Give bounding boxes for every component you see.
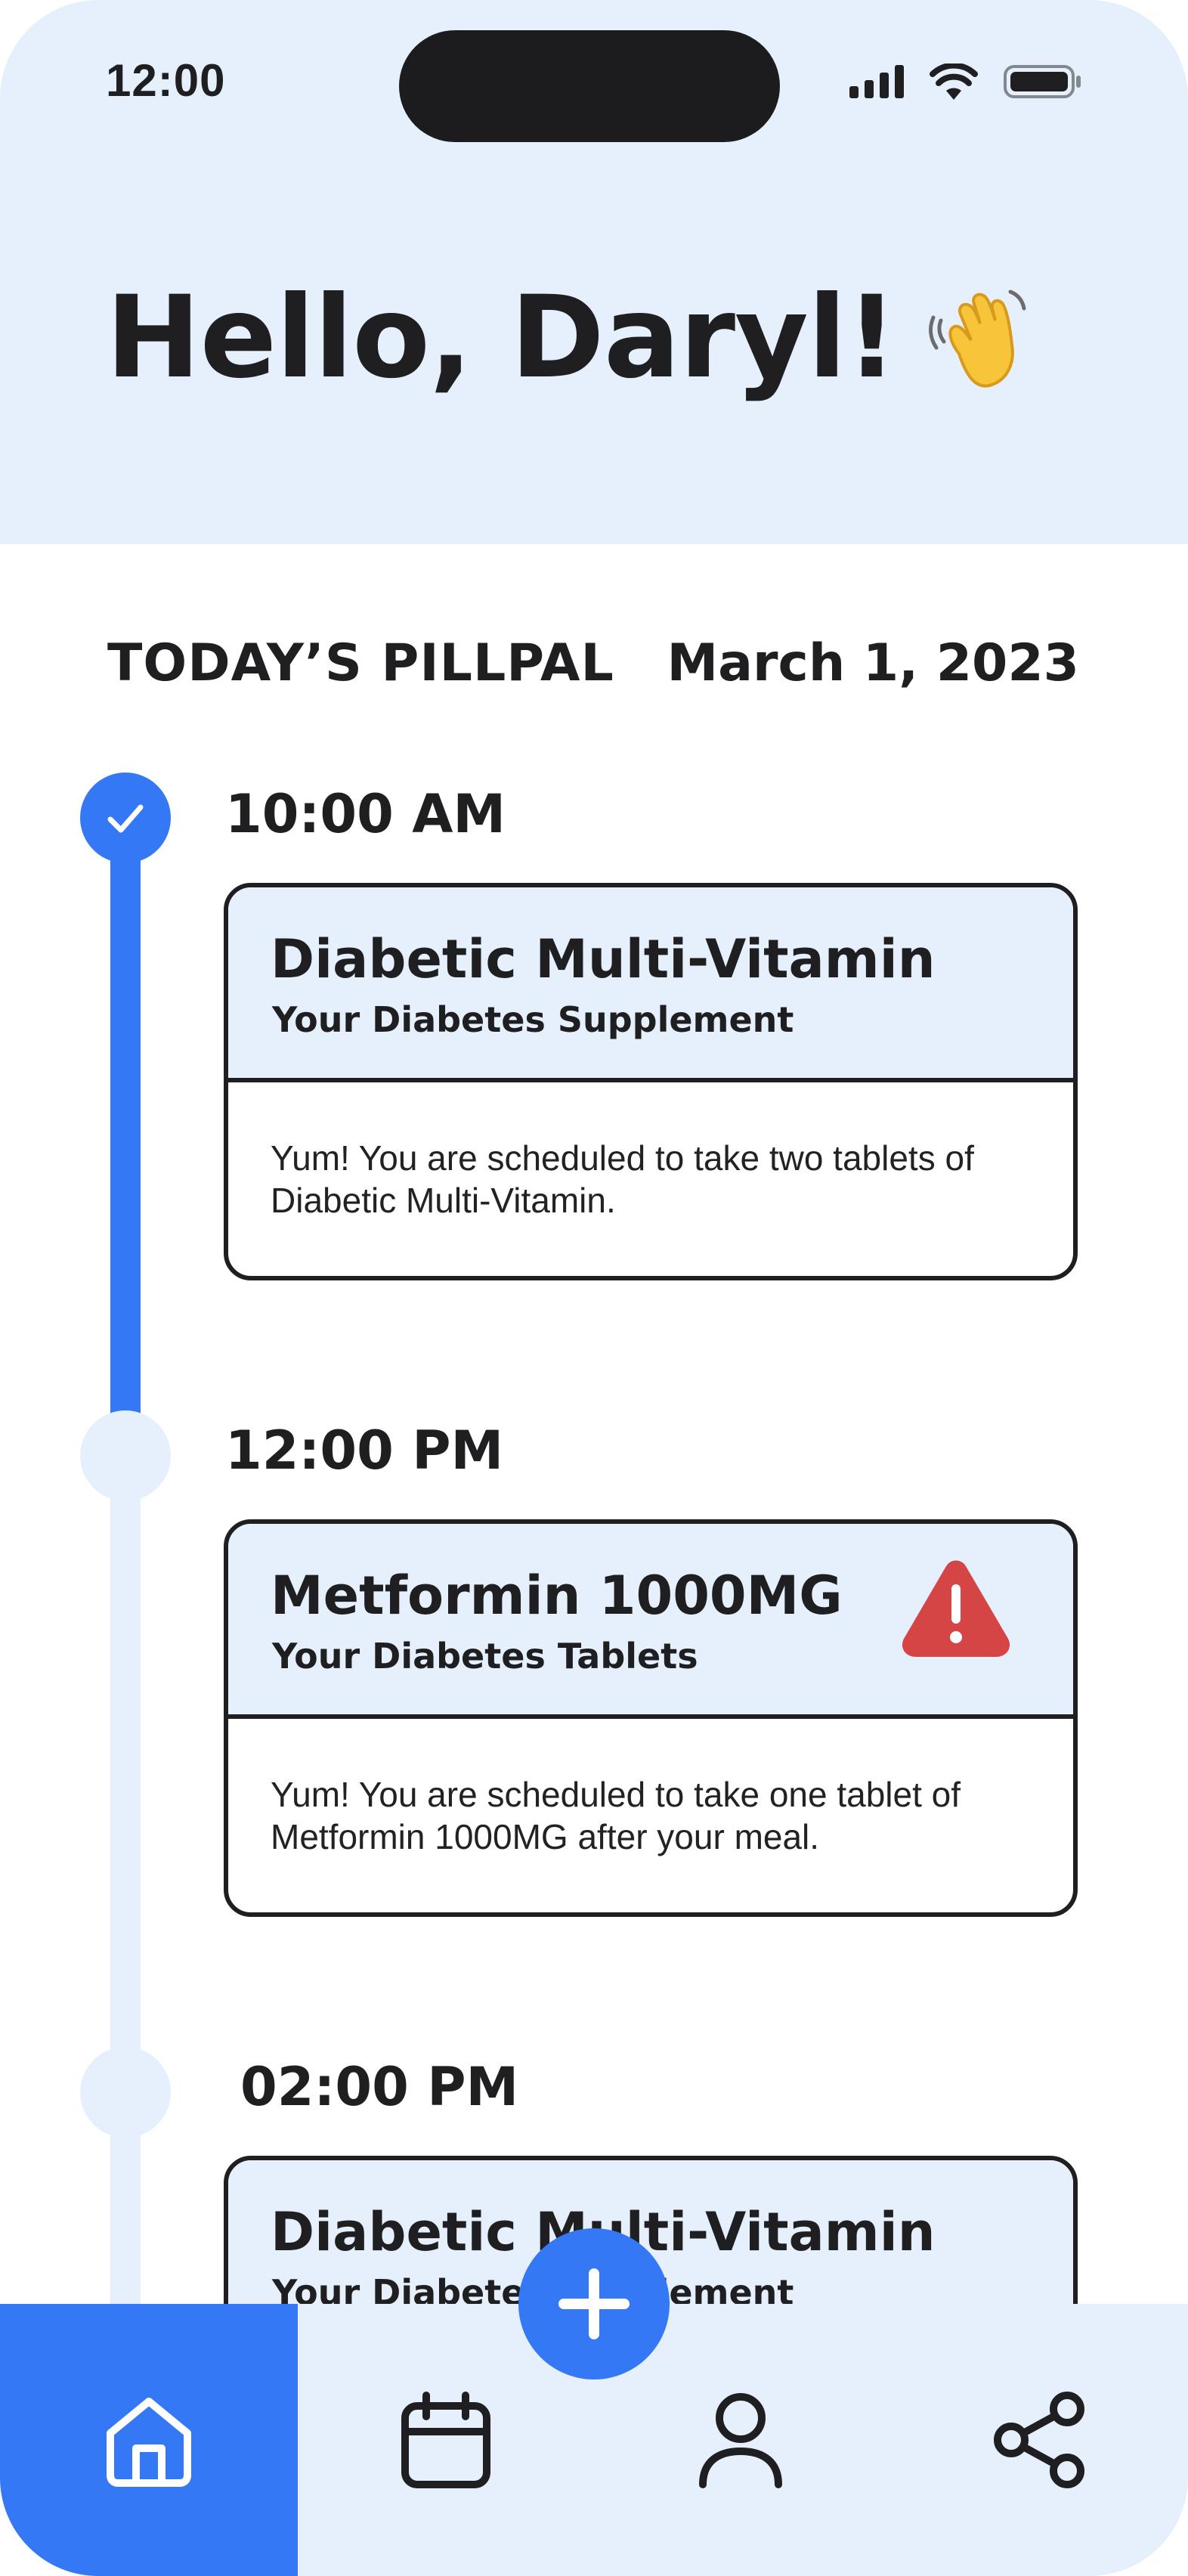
warning-icon[interactable] <box>899 1554 1013 1660</box>
add-medication-button[interactable] <box>518 2228 670 2379</box>
nav-home-button[interactable] <box>0 2304 298 2576</box>
signal-icon <box>849 65 904 98</box>
card-header: Metformin 1000MG Your Diabetes Tablets <box>228 1524 1073 1719</box>
card-header: Diabetic Multi-Vitamin Your Diabetes Sup… <box>228 887 1073 1082</box>
medication-type: Your Diabetes Supplement <box>272 999 794 1040</box>
timeline-progress <box>110 816 141 1451</box>
nav-calendar-button[interactable] <box>393 2304 499 2576</box>
schedule-date: March 1, 2023 <box>667 633 1079 693</box>
app-screen: 12:00 Hello, Daryl! TODAY’S PILLPAL Marc… <box>0 0 1188 2576</box>
medication-type: Your Diabetes Tablets <box>272 1636 698 1677</box>
nav-share-button[interactable] <box>982 2304 1096 2576</box>
timeline-dot[interactable] <box>80 2047 171 2138</box>
waving-hand-icon <box>928 289 1026 388</box>
dynamic-island <box>399 30 780 142</box>
timeline-dot[interactable] <box>80 1410 171 1501</box>
status-time: 12:00 <box>106 55 226 106</box>
medication-instructions: Yum! You are scheduled to take one table… <box>271 1775 961 1856</box>
timeline-dot-taken[interactable] <box>80 772 171 863</box>
medication-name: Diabetic Multi-Vitamin <box>271 928 936 990</box>
schedule-label: TODAY’S PILLPAL <box>107 633 614 693</box>
calendar-icon <box>401 2392 490 2488</box>
greeting-text: Hello, Daryl! <box>106 272 898 404</box>
entry-time: 02:00 PM <box>240 2056 519 2118</box>
home-icon <box>107 2398 191 2487</box>
status-icons <box>849 63 1082 100</box>
nav-home-item <box>0 2304 298 2576</box>
battery-icon <box>1004 65 1081 98</box>
nav-profile-button[interactable] <box>688 2304 794 2576</box>
check-icon <box>107 804 144 833</box>
entry-time: 12:00 PM <box>225 1420 504 1482</box>
entry-time: 10:00 AM <box>225 783 506 845</box>
share-icon <box>994 2392 1084 2488</box>
medication-name: Metformin 1000MG <box>271 1565 843 1627</box>
greeting: Hello, Daryl! <box>106 272 1038 404</box>
add-icon <box>558 2268 630 2339</box>
profile-icon <box>699 2393 782 2488</box>
wifi-icon <box>930 63 978 100</box>
header: 12:00 Hello, Daryl! <box>0 0 1188 544</box>
medication-card[interactable]: Metformin 1000MG Your Diabetes Tablets Y… <box>224 1519 1078 1917</box>
medication-card[interactable]: Diabetic Multi-Vitamin Your Diabetes Sup… <box>224 883 1078 1280</box>
medication-instructions: Yum! You are scheduled to take two table… <box>271 1138 974 1220</box>
